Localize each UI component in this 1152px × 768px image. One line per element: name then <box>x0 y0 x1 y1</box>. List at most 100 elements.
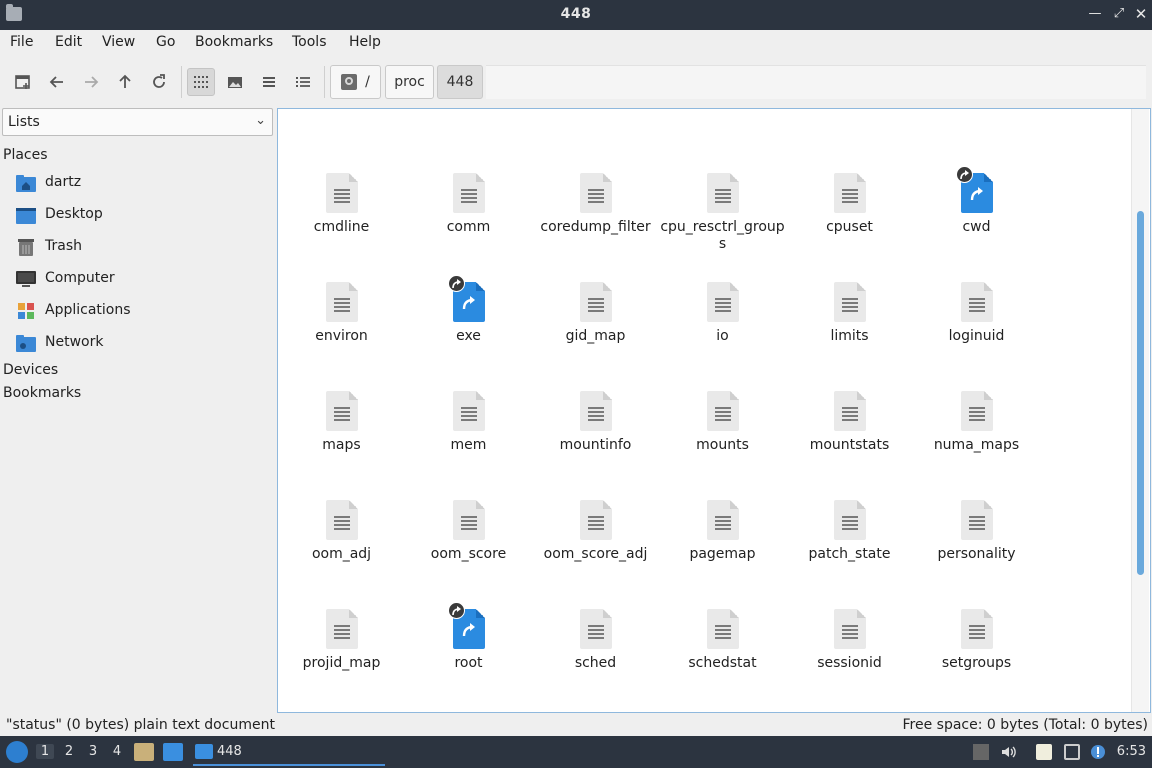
file-item[interactable]: sessionid <box>786 609 913 672</box>
window-title: 448 <box>560 6 592 22</box>
breadcrumb-proc[interactable]: proc <box>385 65 434 99</box>
start-menu-icon[interactable] <box>6 741 28 763</box>
file-item[interactable]: gid_map <box>532 282 659 345</box>
text-file-icon <box>452 500 485 540</box>
workspace-3[interactable]: 3 <box>84 744 102 759</box>
forward-button[interactable] <box>77 68 105 96</box>
menu-view[interactable]: View <box>102 34 135 50</box>
new-tab-button[interactable] <box>9 68 37 96</box>
up-button[interactable] <box>111 68 139 96</box>
file-name: sessionid <box>817 655 882 671</box>
taskbar-window-button[interactable]: 448 <box>193 740 385 766</box>
network-tray-icon[interactable] <box>1064 744 1080 760</box>
symlink-badge-icon <box>955 166 973 183</box>
file-item[interactable]: cmdline <box>278 173 405 236</box>
back-button[interactable] <box>43 68 71 96</box>
devices-header[interactable]: Devices <box>3 362 58 378</box>
file-item[interactable]: cpuset <box>786 173 913 236</box>
file-item[interactable]: personality <box>913 500 1040 563</box>
sidebar-item-dartz[interactable]: dartz <box>16 172 266 196</box>
sidebar-item-label: Applications <box>45 302 131 318</box>
sidebar-item-applications[interactable]: Applications <box>16 300 266 324</box>
sidebar-item-network[interactable]: Network <box>16 332 266 356</box>
menu-file[interactable]: File <box>10 34 33 50</box>
breadcrumb-root[interactable]: / <box>330 65 381 99</box>
breadcrumb-448[interactable]: 448 <box>437 65 483 99</box>
notification-icon[interactable] <box>1090 744 1106 760</box>
text-file-icon <box>579 609 612 649</box>
compact-view-button[interactable] <box>255 68 283 96</box>
file-grid: taskarch_statusautogroupauxvcgroupclear_… <box>278 109 1128 712</box>
side-pane-mode-select[interactable]: Lists ⌄ <box>2 108 273 136</box>
sidebar-item-label: Network <box>45 334 104 350</box>
file-item[interactable]: patch_state <box>786 500 913 563</box>
reload-button[interactable] <box>145 68 173 96</box>
menu-edit[interactable]: Edit <box>55 34 82 50</box>
file-item[interactable]: oom_adj <box>278 500 405 563</box>
file-item[interactable]: pagemap <box>659 500 786 563</box>
file-item[interactable]: environ <box>278 282 405 345</box>
file-name: mountinfo <box>559 437 632 453</box>
icon-view-button[interactable] <box>187 68 215 96</box>
close-button[interactable]: ✕ <box>1132 5 1150 23</box>
sidebar-item-trash[interactable]: Trash <box>16 236 266 260</box>
file-item[interactable]: maps <box>278 391 405 454</box>
file-item[interactable]: schedstat <box>659 609 786 672</box>
file-item[interactable]: mountstats <box>786 391 913 454</box>
file-item[interactable]: projid_map <box>278 609 405 672</box>
file-item[interactable]: cwd <box>913 166 1040 236</box>
desktop-launcher-icon[interactable] <box>163 743 183 761</box>
file-item[interactable]: oom_score <box>405 500 532 563</box>
link-arrow-icon <box>462 296 475 310</box>
file-item[interactable]: numa_maps <box>913 391 1040 454</box>
file-item[interactable]: exe <box>405 275 532 345</box>
arrow-right-icon <box>85 76 99 88</box>
file-name: projid_map <box>302 655 381 671</box>
file-item[interactable]: limits <box>786 282 913 345</box>
sidebar-item-desktop[interactable]: Desktop <box>16 204 266 228</box>
file-item[interactable]: coredump_filter <box>532 173 659 236</box>
workspace-2[interactable]: 2 <box>60 744 78 759</box>
keyboard-tray-icon[interactable] <box>973 744 989 760</box>
workspace-4[interactable]: 4 <box>108 744 126 759</box>
volume-icon[interactable] <box>1000 744 1016 760</box>
file-icon-view[interactable]: taskarch_statusautogroupauxvcgroupclear_… <box>277 108 1151 713</box>
file-item[interactable]: root <box>405 602 532 672</box>
menu-help[interactable]: Help <box>349 34 381 50</box>
image-view-icon <box>228 77 242 88</box>
symlink-file-icon <box>955 166 993 213</box>
file-item[interactable]: mem <box>405 391 532 454</box>
scrollbar-thumb[interactable] <box>1137 211 1144 575</box>
minimize-button[interactable]: — <box>1086 5 1104 23</box>
clipboard-icon[interactable] <box>1036 744 1052 760</box>
workspace-1[interactable]: 1 <box>36 744 54 759</box>
maximize-button[interactable]: ⤢ <box>1110 5 1128 23</box>
file-name: pagemap <box>689 546 756 562</box>
text-file-icon <box>325 500 358 540</box>
file-item[interactable]: comm <box>405 173 532 236</box>
file-item[interactable]: mountinfo <box>532 391 659 454</box>
thumbnail-view-button[interactable] <box>221 68 249 96</box>
sidebar-item-computer[interactable]: Computer <box>16 268 266 292</box>
file-item[interactable]: io <box>659 282 786 345</box>
detailed-view-button[interactable] <box>289 68 317 96</box>
trash-icon <box>18 239 34 256</box>
arrow-left-icon <box>49 76 63 88</box>
places-header[interactable]: Places <box>3 147 48 163</box>
file-item[interactable]: sched <box>532 609 659 672</box>
menu-go[interactable]: Go <box>156 34 175 50</box>
bookmarks-header[interactable]: Bookmarks <box>3 385 81 401</box>
file-item[interactable]: setgroups <box>913 609 1040 672</box>
menu-bookmarks[interactable]: Bookmarks <box>195 34 273 50</box>
menu-tools[interactable]: Tools <box>292 34 327 50</box>
file-item[interactable]: loginuid <box>913 282 1040 345</box>
file-name: exe <box>456 328 481 344</box>
file-manager-launcher-icon[interactable] <box>134 743 154 761</box>
file-name: io <box>716 328 729 344</box>
file-item[interactable]: mounts <box>659 391 786 454</box>
vertical-scrollbar[interactable] <box>1131 109 1149 712</box>
side-pane-mode-label: Lists <box>8 114 40 130</box>
file-item[interactable]: oom_score_adj <box>532 500 659 563</box>
text-file-icon <box>833 500 866 540</box>
file-item[interactable]: cpu_resctrl_groups <box>659 173 786 253</box>
